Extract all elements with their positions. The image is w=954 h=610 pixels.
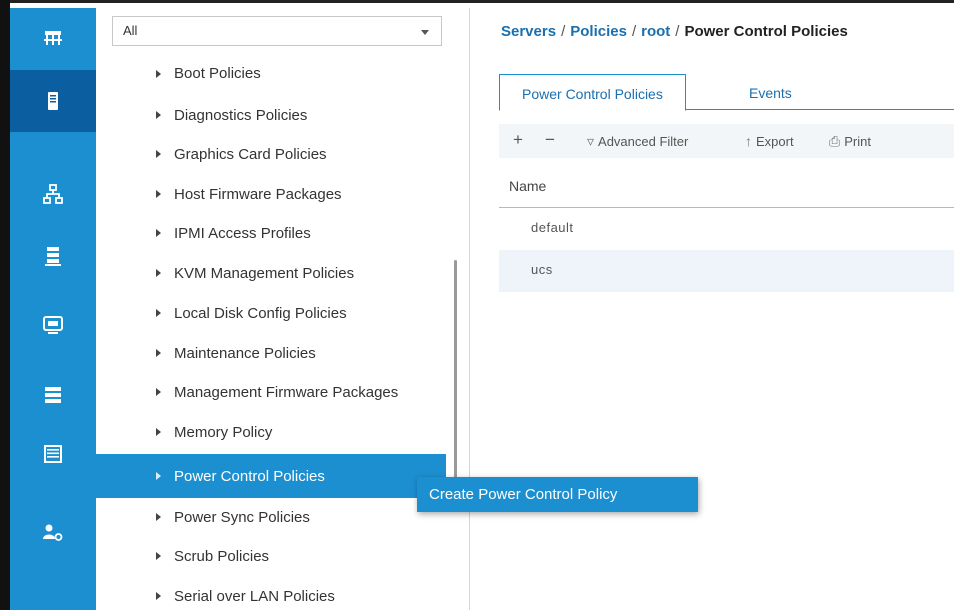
tree-scrollbar[interactable] (454, 260, 457, 500)
tree-item-diagnostics-policies[interactable]: Diagnostics Policies (96, 98, 446, 132)
tree-item-label: Diagnostics Policies (174, 106, 308, 124)
row-name: default (531, 220, 574, 235)
tree-item-management-firmware-packages[interactable]: Management Firmware Packages (96, 375, 446, 409)
tree-item-boot-policies[interactable]: Boot Policies (96, 66, 446, 82)
tab-bar: Power Control Policies Events (499, 74, 954, 111)
tree-item-scrub-policies[interactable]: Scrub Policies (96, 539, 446, 573)
expand-arrow-icon (156, 513, 161, 521)
nav-servers[interactable] (10, 70, 96, 132)
nav-lan[interactable] (10, 163, 96, 225)
expand-arrow-icon (156, 552, 161, 560)
tree-item-ipmi-access-profiles[interactable]: IPMI Access Profiles (96, 216, 446, 250)
tree-item-label: Graphics Card Policies (174, 145, 327, 163)
main-nav-bar (10, 8, 96, 610)
tree-item-label: Power Sync Policies (174, 508, 310, 526)
table-row[interactable]: ucs (499, 250, 954, 292)
tree-item-label: KVM Management Policies (174, 264, 355, 282)
row-name: ucs (531, 262, 553, 277)
tree-item-kvm-management-policies[interactable]: KVM Management Policies (96, 256, 446, 290)
tree-item-label: Serial over LAN Policies (174, 587, 335, 605)
context-menu-create-power-control-policy[interactable]: Create Power Control Policy (417, 477, 698, 512)
vm-icon (43, 316, 63, 334)
tree-item-graphics-card-policies[interactable]: Graphics Card Policies (96, 137, 446, 171)
window-edge (0, 0, 10, 610)
expand-arrow-icon (156, 269, 161, 277)
breadcrumb-separator: / (631, 23, 637, 40)
expand-arrow-icon (156, 190, 161, 198)
tree-item-label: Host Firmware Packages (174, 185, 342, 203)
tree-item-serial-over-lan-policies[interactable]: Serial over LAN Policies (96, 579, 446, 610)
nav-equipment[interactable] (10, 8, 96, 70)
print-icon: ⎙ (829, 133, 841, 149)
tree-item-power-sync-policies[interactable]: Power Sync Policies (96, 500, 446, 534)
nav-chassis[interactable] (10, 423, 96, 485)
expand-arrow-icon (156, 309, 161, 317)
export-icon: ↑ (745, 133, 752, 149)
export-label: Export (756, 133, 794, 149)
filter-dropdown[interactable]: All (112, 16, 442, 46)
print-label: Print (844, 134, 871, 149)
storage-icon (45, 387, 61, 403)
san-icon (45, 247, 61, 266)
tree-item-label: Scrub Policies (174, 547, 270, 565)
breadcrumb: Servers / Policies / root / Power Control Poli… (501, 23, 848, 40)
column-header-name[interactable]: Name (499, 168, 954, 208)
tree-item-label: Local Disk Config Policies (174, 304, 347, 322)
export-button[interactable]: ↑ Export (745, 133, 794, 149)
tree-item-label: Management Firmware Packages (174, 383, 399, 401)
tree-item-label: IPMI Access Profiles (174, 224, 311, 242)
expand-arrow-icon (156, 592, 161, 600)
expand-arrow-icon (156, 229, 161, 237)
chevron-down-icon (421, 30, 429, 35)
tree-item-label: Memory Policy (174, 423, 273, 441)
expand-arrow-icon (156, 150, 161, 158)
table-toolbar: + − ▿ Advanced Filter ↑ Export ⎙ Print (499, 124, 954, 158)
breadcrumb-root[interactable]: root (641, 23, 670, 40)
nav-admin[interactable] (10, 502, 96, 564)
filter-icon: ▿ (587, 133, 595, 149)
chassis-icon (44, 445, 62, 463)
server-icon (48, 92, 58, 110)
nav-vm[interactable] (10, 294, 96, 356)
expand-arrow-icon (156, 111, 161, 119)
tree-item-host-firmware-packages[interactable]: Host Firmware Packages (96, 177, 446, 211)
breadcrumb-servers[interactable]: Servers (501, 23, 556, 40)
remove-button[interactable]: − (545, 130, 555, 150)
tree-item-label: Maintenance Policies (174, 344, 316, 362)
tab-events[interactable]: Events (727, 74, 814, 111)
breadcrumb-current: Power Control Policies (684, 23, 848, 40)
breadcrumb-separator: / (561, 23, 566, 40)
print-button[interactable]: ⎙ Print (829, 133, 871, 150)
lan-icon (43, 184, 63, 204)
expand-arrow-icon (156, 70, 161, 78)
tree-item-label: Boot Policies (174, 66, 261, 82)
breadcrumb-separator: / (675, 23, 680, 40)
tree-item-label: Power Control Policies (174, 467, 325, 485)
admin-icon (43, 524, 63, 541)
table-row[interactable]: default (499, 208, 954, 250)
expand-arrow-icon (156, 428, 161, 436)
content-pane: Servers / Policies / root / Power Control Poli… (471, 8, 954, 610)
filter-value: All (123, 23, 138, 38)
expand-arrow-icon (156, 349, 161, 357)
tab-power-control-policies[interactable]: Power Control Policies (499, 74, 686, 111)
context-menu-item-label: Create Power Control Policy (429, 486, 618, 503)
breadcrumb-policies[interactable]: Policies (570, 23, 627, 40)
advanced-filter-label: Advanced Filter (598, 134, 689, 149)
tree-item-power-control-policies[interactable]: Power Control Policies (96, 454, 446, 498)
tree-item-maintenance-policies[interactable]: Maintenance Policies (96, 336, 446, 370)
window-top-edge (10, 0, 954, 8)
nav-storage[interactable] (10, 364, 96, 426)
navigation-tree: All Boot Policies Diagnostics Policies G… (96, 8, 470, 610)
tree-item-memory-policy[interactable]: Memory Policy (96, 415, 446, 449)
expand-arrow-icon (156, 472, 161, 480)
expand-arrow-icon (156, 388, 161, 396)
network-icon (44, 31, 62, 45)
nav-san[interactable] (10, 225, 96, 287)
advanced-filter-button[interactable]: ▿ Advanced Filter (587, 133, 688, 150)
add-button[interactable]: + (513, 130, 523, 150)
tree-item-local-disk-config-policies[interactable]: Local Disk Config Policies (96, 296, 446, 330)
